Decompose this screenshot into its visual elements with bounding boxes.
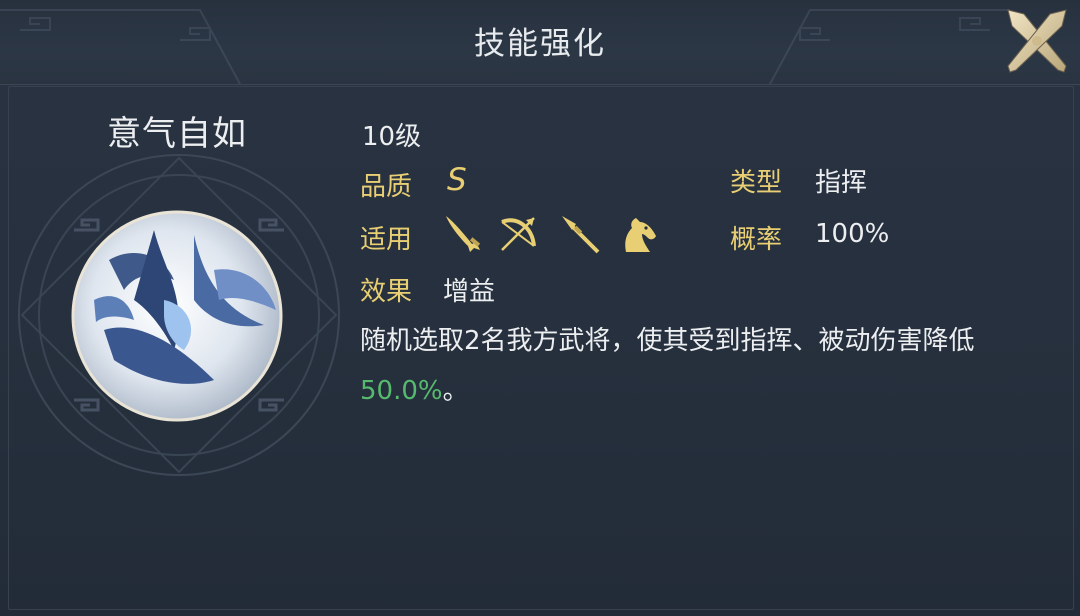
type-value: 指挥 [815,168,868,198]
chance-label: 概率 [730,225,783,255]
skill-level: 10级 [362,122,422,152]
close-icon[interactable] [1002,4,1072,78]
horse-icon [625,218,656,252]
title-bar: 技能强化 [0,0,1080,85]
applicable-label: 适用 [360,225,413,255]
bow-icon [501,217,536,251]
sword-icon [446,216,481,252]
effect-value: 增益 [443,277,496,307]
quality-label: 品质 [360,172,413,202]
skill-name: 意气自如 [107,114,247,154]
skill-description: 随机选取2名我方武将，使其受到指挥、被动伤害降低 50.0%。 [360,316,1040,416]
quality-value: S [447,162,467,198]
skill-enhance-panel: 技能强化 意气自如 10级 品质 S 类型 指挥 适用 概率 100% 效果 增… [0,0,1080,616]
page-title: 技能强化 [474,26,606,62]
description-highlight-value: 50.0% [360,376,443,406]
description-text: 随机选取2名我方武将，使其受到指挥、被动伤害降低 [360,326,975,356]
effect-label: 效果 [360,277,413,307]
skill-emblem-icon [18,154,340,476]
description-end: 。 [442,376,469,406]
type-label: 类型 [730,168,783,198]
spear-icon [562,216,600,254]
chance-value: 100% [815,219,890,249]
